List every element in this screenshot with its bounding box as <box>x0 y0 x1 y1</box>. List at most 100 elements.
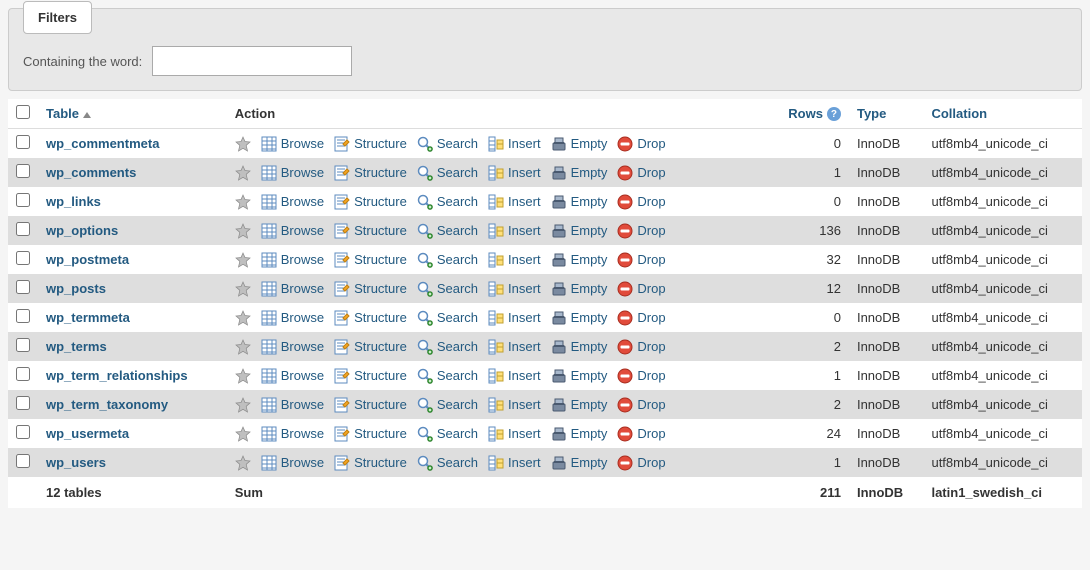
row-checkbox[interactable] <box>16 367 30 381</box>
structure-action[interactable]: Structure <box>334 310 407 326</box>
row-checkbox[interactable] <box>16 338 30 352</box>
search-action[interactable]: Search <box>417 281 478 297</box>
drop-action[interactable]: Drop <box>617 339 665 355</box>
drop-action[interactable]: Drop <box>617 281 665 297</box>
favorite-star-icon[interactable] <box>235 136 251 152</box>
drop-action[interactable]: Drop <box>617 194 665 210</box>
empty-action[interactable]: Empty <box>551 136 608 152</box>
insert-action[interactable]: Insert <box>488 165 541 181</box>
table-name-link[interactable]: wp_term_taxonomy <box>46 397 168 412</box>
row-checkbox[interactable] <box>16 280 30 294</box>
col-type[interactable]: Type <box>849 99 924 129</box>
browse-action[interactable]: Browse <box>261 165 324 181</box>
drop-action[interactable]: Drop <box>617 223 665 239</box>
structure-action[interactable]: Structure <box>334 397 407 413</box>
table-name-link[interactable]: wp_postmeta <box>46 252 129 267</box>
structure-action[interactable]: Structure <box>334 252 407 268</box>
favorite-star-icon[interactable] <box>235 397 251 413</box>
structure-action[interactable]: Structure <box>334 455 407 471</box>
search-action[interactable]: Search <box>417 455 478 471</box>
select-all-checkbox[interactable] <box>16 105 30 119</box>
browse-action[interactable]: Browse <box>261 455 324 471</box>
empty-action[interactable]: Empty <box>551 310 608 326</box>
structure-action[interactable]: Structure <box>334 165 407 181</box>
insert-action[interactable]: Insert <box>488 397 541 413</box>
browse-action[interactable]: Browse <box>261 136 324 152</box>
browse-action[interactable]: Browse <box>261 281 324 297</box>
search-action[interactable]: Search <box>417 194 478 210</box>
col-rows[interactable]: Rows <box>767 99 849 129</box>
empty-action[interactable]: Empty <box>551 339 608 355</box>
filters-tab[interactable]: Filters <box>23 1 92 34</box>
row-checkbox[interactable] <box>16 425 30 439</box>
insert-action[interactable]: Insert <box>488 281 541 297</box>
drop-action[interactable]: Drop <box>617 397 665 413</box>
table-name-link[interactable]: wp_termmeta <box>46 310 130 325</box>
insert-action[interactable]: Insert <box>488 426 541 442</box>
empty-action[interactable]: Empty <box>551 455 608 471</box>
browse-action[interactable]: Browse <box>261 426 324 442</box>
structure-action[interactable]: Structure <box>334 136 407 152</box>
favorite-star-icon[interactable] <box>235 426 251 442</box>
empty-action[interactable]: Empty <box>551 194 608 210</box>
empty-action[interactable]: Empty <box>551 252 608 268</box>
insert-action[interactable]: Insert <box>488 368 541 384</box>
search-action[interactable]: Search <box>417 223 478 239</box>
insert-action[interactable]: Insert <box>488 223 541 239</box>
row-checkbox[interactable] <box>16 135 30 149</box>
table-name-link[interactable]: wp_term_relationships <box>46 368 188 383</box>
row-checkbox[interactable] <box>16 396 30 410</box>
favorite-star-icon[interactable] <box>235 310 251 326</box>
table-name-link[interactable]: wp_posts <box>46 281 106 296</box>
structure-action[interactable]: Structure <box>334 426 407 442</box>
row-checkbox[interactable] <box>16 193 30 207</box>
search-action[interactable]: Search <box>417 136 478 152</box>
browse-action[interactable]: Browse <box>261 223 324 239</box>
table-name-link[interactable]: wp_options <box>46 223 118 238</box>
browse-action[interactable]: Browse <box>261 252 324 268</box>
table-name-link[interactable]: wp_links <box>46 194 101 209</box>
drop-action[interactable]: Drop <box>617 252 665 268</box>
search-action[interactable]: Search <box>417 368 478 384</box>
insert-action[interactable]: Insert <box>488 194 541 210</box>
browse-action[interactable]: Browse <box>261 397 324 413</box>
drop-action[interactable]: Drop <box>617 455 665 471</box>
col-table[interactable]: Table <box>38 99 227 129</box>
insert-action[interactable]: Insert <box>488 252 541 268</box>
table-name-link[interactable]: wp_users <box>46 455 106 470</box>
search-action[interactable]: Search <box>417 426 478 442</box>
favorite-star-icon[interactable] <box>235 368 251 384</box>
insert-action[interactable]: Insert <box>488 136 541 152</box>
drop-action[interactable]: Drop <box>617 426 665 442</box>
browse-action[interactable]: Browse <box>261 339 324 355</box>
empty-action[interactable]: Empty <box>551 368 608 384</box>
table-name-link[interactable]: wp_commentmeta <box>46 136 159 151</box>
favorite-star-icon[interactable] <box>235 252 251 268</box>
row-checkbox[interactable] <box>16 309 30 323</box>
favorite-star-icon[interactable] <box>235 194 251 210</box>
search-action[interactable]: Search <box>417 310 478 326</box>
insert-action[interactable]: Insert <box>488 339 541 355</box>
search-action[interactable]: Search <box>417 397 478 413</box>
structure-action[interactable]: Structure <box>334 281 407 297</box>
row-checkbox[interactable] <box>16 222 30 236</box>
browse-action[interactable]: Browse <box>261 368 324 384</box>
search-action[interactable]: Search <box>417 165 478 181</box>
favorite-star-icon[interactable] <box>235 223 251 239</box>
drop-action[interactable]: Drop <box>617 165 665 181</box>
drop-action[interactable]: Drop <box>617 368 665 384</box>
filter-containing-input[interactable] <box>152 46 352 76</box>
row-checkbox[interactable] <box>16 164 30 178</box>
empty-action[interactable]: Empty <box>551 223 608 239</box>
structure-action[interactable]: Structure <box>334 194 407 210</box>
col-collation[interactable]: Collation <box>923 99 1082 129</box>
table-name-link[interactable]: wp_comments <box>46 165 136 180</box>
table-name-link[interactable]: wp_terms <box>46 339 107 354</box>
drop-action[interactable]: Drop <box>617 310 665 326</box>
structure-action[interactable]: Structure <box>334 223 407 239</box>
empty-action[interactable]: Empty <box>551 397 608 413</box>
favorite-star-icon[interactable] <box>235 165 251 181</box>
drop-action[interactable]: Drop <box>617 136 665 152</box>
row-checkbox[interactable] <box>16 454 30 468</box>
empty-action[interactable]: Empty <box>551 165 608 181</box>
